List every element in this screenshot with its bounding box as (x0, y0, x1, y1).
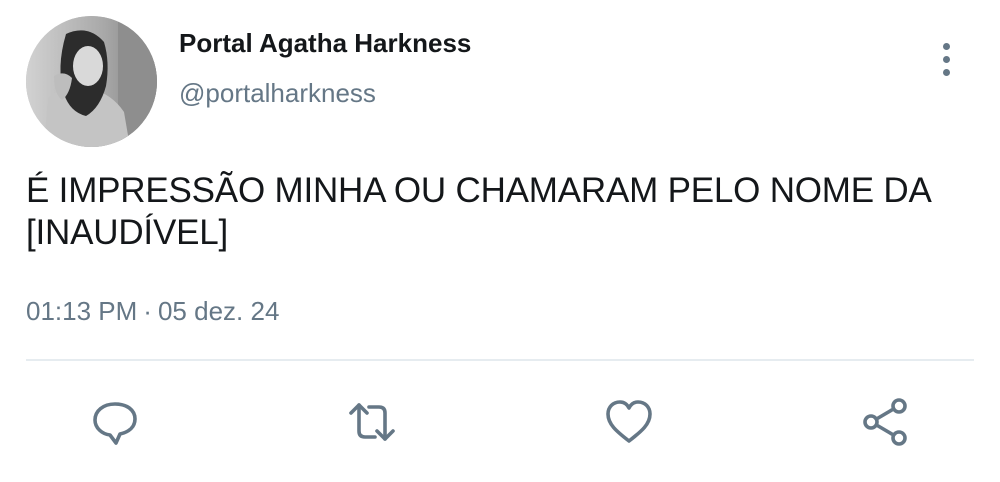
more-options-button[interactable] (928, 38, 964, 80)
tweet-time: 01:13 PM (26, 296, 138, 326)
tweet-card: Portal Agatha Harkness @portalharkness É… (0, 0, 1000, 482)
author-handle[interactable]: @portalharkness (179, 78, 376, 109)
divider (26, 359, 974, 361)
more-vertical-icon (942, 42, 950, 50)
share-icon (863, 398, 907, 446)
more-vertical-icon-dot (942, 55, 950, 63)
avatar-photo-icon (26, 16, 157, 147)
like-button[interactable] (603, 396, 655, 448)
more-vertical-icon-dot (942, 68, 950, 76)
retweet-button[interactable] (346, 396, 398, 448)
heart-icon (606, 400, 652, 443)
share-button[interactable] (860, 396, 912, 448)
reply-icon (93, 402, 137, 445)
tweet-timestamp: 01:13 PM · 05 dez. 24 (26, 296, 279, 327)
tweet-text: É IMPRESSÃO MINHA OU CHAMARAM PELO NOME … (26, 171, 930, 252)
author-display-name[interactable]: Portal Agatha Harkness (179, 28, 471, 59)
timestamp-separator: · (143, 296, 152, 326)
tweet-date: 05 dez. 24 (157, 296, 280, 326)
retweet-icon (349, 403, 395, 441)
reply-button[interactable] (89, 396, 141, 448)
author-avatar[interactable] (26, 16, 157, 147)
